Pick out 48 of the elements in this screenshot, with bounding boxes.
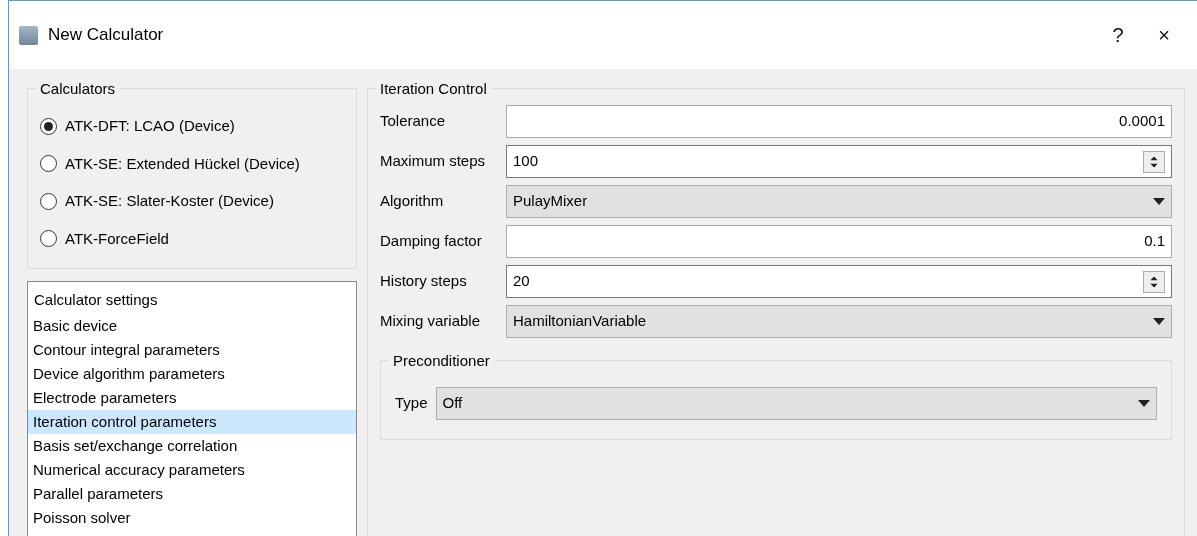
input-field[interactable]: 0.1 <box>506 225 1172 258</box>
dropdown[interactable]: Off <box>435 387 1157 420</box>
caret-icon[interactable] <box>1138 400 1150 407</box>
list-item[interactable]: Basic device <box>28 313 356 338</box>
list-item[interactable]: Poisson solver <box>28 505 356 530</box>
radio-button[interactable] <box>40 192 57 210</box>
list-header: Calculator settings <box>33 290 159 310</box>
dropdown[interactable]: PulayMixer <box>506 185 1172 218</box>
radio-button[interactable] <box>40 230 57 248</box>
radio-button[interactable] <box>40 117 57 135</box>
input-field[interactable]: 0.0001 <box>506 105 1172 138</box>
list-item[interactable]: Parallel parameters <box>28 481 356 506</box>
field-label: Damping factor <box>380 231 483 252</box>
help-button[interactable]: ? <box>1095 25 1141 45</box>
field-label: Mixing variable <box>380 311 482 332</box>
dropdown[interactable]: HamiltonianVariable <box>506 305 1172 338</box>
close-button[interactable]: × <box>1141 25 1187 45</box>
radio-label[interactable]: ATK-SE: Slater-Koster (Device) <box>65 190 274 213</box>
field-value: HamiltonianVariable <box>513 311 647 332</box>
radio-label[interactable]: ATK-SE: Extended Hückel (Device) <box>65 152 300 175</box>
caret-icon[interactable] <box>1153 198 1165 205</box>
field-value: 20 <box>513 271 530 292</box>
app-icon <box>19 25 38 45</box>
radio-label[interactable]: ATK-ForceField <box>65 227 169 250</box>
radio-button[interactable] <box>40 155 57 173</box>
spin-arrows-icon[interactable] <box>1143 150 1165 173</box>
field-value: 0.1 <box>1144 231 1165 252</box>
window-title: New Calculator <box>48 24 164 47</box>
field-label: Type <box>395 393 428 414</box>
list-item[interactable]: Device algorithm parameters <box>28 361 356 386</box>
field-value: Off <box>442 393 463 414</box>
radio-label[interactable]: ATK-DFT: LCAO (Device) <box>65 115 235 138</box>
field-label: Algorithm <box>380 191 445 212</box>
field-label: History steps <box>380 271 468 292</box>
list-item[interactable]: Electrode parameters <box>28 385 356 410</box>
spin-box[interactable]: 20 <box>506 265 1172 298</box>
list-item[interactable]: Iteration control parameters <box>28 409 356 434</box>
list-item[interactable]: Numerical accuracy parameters <box>28 457 356 482</box>
list-item[interactable]: Basis set/exchange correlation <box>28 433 356 458</box>
field-value: PulayMixer <box>513 191 588 212</box>
list-item[interactable]: Contour integral parameters <box>28 337 356 362</box>
caret-icon[interactable] <box>1153 318 1165 325</box>
field-value: 100 <box>513 151 539 172</box>
field-label: Maximum steps <box>380 151 487 172</box>
spin-arrows-icon[interactable] <box>1143 270 1165 293</box>
field-value: 0.0001 <box>1119 111 1165 132</box>
spin-box[interactable]: 100 <box>506 145 1172 178</box>
field-label: Tolerance <box>380 111 447 132</box>
